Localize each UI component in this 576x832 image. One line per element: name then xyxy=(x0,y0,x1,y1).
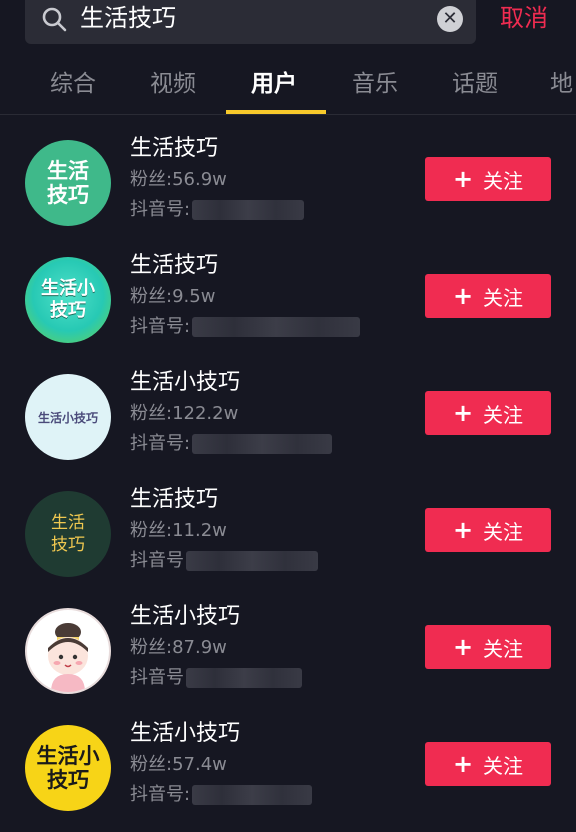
avatar-text: 生活小技巧 xyxy=(36,744,100,792)
user-name[interactable]: 生活小技巧 xyxy=(130,368,240,398)
user-name[interactable]: 生活技巧 xyxy=(130,251,218,281)
user-name[interactable]: 生活技巧 xyxy=(130,134,218,164)
user-row[interactable]: 生活小技巧 生活小技巧 粉丝:57.4w 抖音号: + 关注 xyxy=(0,715,576,832)
user-row[interactable]: 生活技巧 生活技巧 粉丝:56.9w 抖音号: + 关注 xyxy=(0,130,576,247)
follow-label: 关注 xyxy=(483,753,524,778)
user-id-label: 抖音号 xyxy=(130,550,184,571)
tab-places[interactable]: 地 xyxy=(550,69,573,99)
avatar-text: 生活小技巧 xyxy=(41,278,95,321)
tab-music[interactable]: 音乐 xyxy=(352,69,398,99)
cancel-button[interactable]: 取消 xyxy=(500,3,548,33)
plus-icon: + xyxy=(452,165,474,193)
avatar-text: 生活技巧 xyxy=(51,513,85,555)
avatar-text: 生活技巧 xyxy=(47,159,89,207)
fan-count: 粉丝:87.9w xyxy=(130,637,227,658)
user-id-label: 抖音号 xyxy=(130,667,184,688)
tab-videos[interactable]: 视频 xyxy=(150,69,196,99)
follow-button[interactable]: + 关注 xyxy=(425,157,551,201)
avatar[interactable]: 生活小技巧 xyxy=(25,725,111,811)
search-row: 生活技巧 ✕ 取消 xyxy=(0,0,576,52)
avatar[interactable]: 生活小技巧 xyxy=(25,257,111,343)
user-id: 抖音号: xyxy=(130,198,305,222)
fan-count: 粉丝:11.2w xyxy=(130,520,227,541)
blurred-id xyxy=(192,434,333,454)
fan-count: 粉丝:56.9w xyxy=(130,169,227,190)
follow-label: 关注 xyxy=(483,402,524,427)
cartoon-girl-icon xyxy=(48,623,88,692)
follow-button[interactable]: + 关注 xyxy=(425,508,551,552)
follow-button[interactable]: + 关注 xyxy=(425,742,551,786)
fan-count: 粉丝:57.4w xyxy=(130,754,227,775)
user-id: 抖音号: xyxy=(130,315,361,339)
tab-users[interactable]: 用户 xyxy=(251,69,297,99)
user-id-label: 抖音号: xyxy=(130,199,191,220)
user-id: 抖音号: xyxy=(130,432,333,456)
plus-icon: + xyxy=(452,750,474,778)
user-id-label: 抖音号: xyxy=(130,316,191,337)
search-icon xyxy=(42,7,67,32)
blurred-id xyxy=(186,551,318,571)
blurred-id xyxy=(192,200,305,220)
blurred-id xyxy=(186,668,302,688)
plus-icon: + xyxy=(452,399,474,427)
tab-all[interactable]: 综合 xyxy=(50,69,96,99)
user-id: 抖音号 xyxy=(130,549,318,573)
follow-button[interactable]: + 关注 xyxy=(425,391,551,435)
follow-label: 关注 xyxy=(483,636,524,661)
plus-icon: + xyxy=(452,516,474,544)
user-row[interactable]: 生活小技巧 生活小技巧 粉丝:122.2w 抖音号: + 关注 xyxy=(0,364,576,481)
avatar[interactable]: 生活技巧 xyxy=(25,491,111,577)
user-id-label: 抖音号: xyxy=(130,784,191,805)
follow-label: 关注 xyxy=(483,168,524,193)
fan-count: 粉丝:9.5w xyxy=(130,286,216,307)
clear-icon[interactable]: ✕ xyxy=(437,6,463,32)
user-id: 抖音号 xyxy=(130,666,302,690)
user-row[interactable]: 生活小技巧 粉丝:87.9w 抖音号 + 关注 xyxy=(0,598,576,715)
user-name[interactable]: 生活小技巧 xyxy=(130,719,240,749)
user-id: 抖音号: xyxy=(130,783,313,807)
plus-icon: + xyxy=(452,282,474,310)
tab-topics[interactable]: 话题 xyxy=(452,69,498,99)
user-name[interactable]: 生活小技巧 xyxy=(130,602,240,632)
avatar[interactable] xyxy=(25,608,111,694)
avatar[interactable]: 生活技巧 xyxy=(25,140,111,226)
search-input[interactable]: 生活技巧 xyxy=(80,3,176,33)
tab-bar: 综合 视频 用户 音乐 话题 地 xyxy=(0,62,576,114)
follow-label: 关注 xyxy=(483,519,524,544)
follow-button[interactable]: + 关注 xyxy=(425,625,551,669)
plus-icon: + xyxy=(452,633,474,661)
user-row[interactable]: 生活技巧 生活技巧 粉丝:11.2w 抖音号 + 关注 xyxy=(0,481,576,598)
user-row[interactable]: 生活小技巧 生活技巧 粉丝:9.5w 抖音号: + 关注 xyxy=(0,247,576,364)
user-name[interactable]: 生活技巧 xyxy=(130,485,218,515)
avatar[interactable]: 生活小技巧 xyxy=(25,374,111,460)
user-id-label: 抖音号: xyxy=(130,433,191,454)
follow-label: 关注 xyxy=(483,285,524,310)
fan-count: 粉丝:122.2w xyxy=(130,403,239,424)
avatar-text: 生活小技巧 xyxy=(37,410,98,425)
follow-button[interactable]: + 关注 xyxy=(425,274,551,318)
blurred-id xyxy=(192,317,361,337)
blurred-id xyxy=(192,785,313,805)
divider xyxy=(0,114,576,115)
